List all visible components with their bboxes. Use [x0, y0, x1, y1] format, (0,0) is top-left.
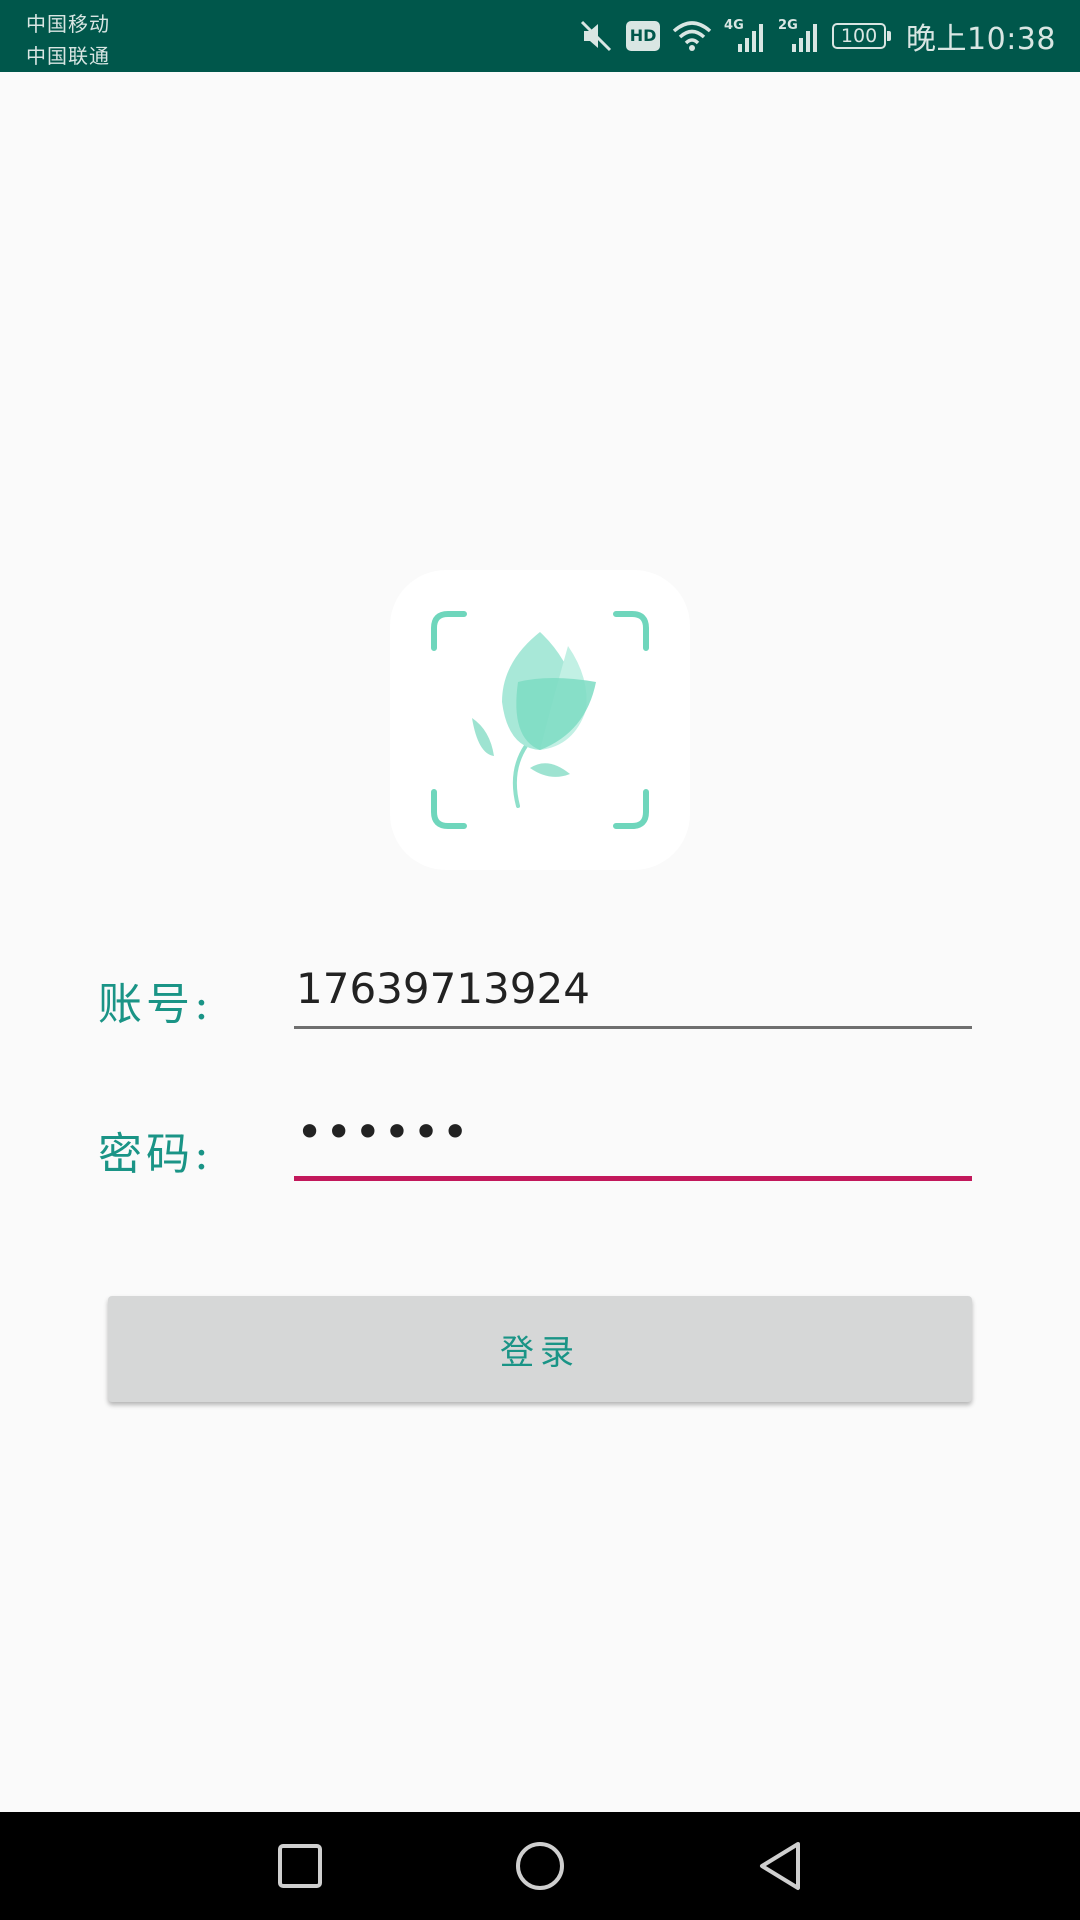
flower-scan-icon — [431, 611, 649, 829]
password-label: 密码: — [98, 1129, 213, 1180]
password-input[interactable] — [294, 1098, 972, 1176]
app-logo — [390, 570, 690, 870]
signal-4g-icon: 4G — [724, 18, 766, 54]
account-input[interactable] — [294, 950, 972, 1026]
navigation-bar — [0, 1812, 1080, 1920]
back-button[interactable] — [720, 1812, 840, 1920]
recent-apps-button[interactable] — [240, 1812, 360, 1920]
signal-2g-icon: 2G — [778, 18, 820, 54]
status-bar: 中国移动 中国联通 HD 4G 2G 100 晚上10:38 — [0, 0, 1080, 72]
carrier-info: 中国移动 中国联通 — [26, 8, 110, 72]
wifi-icon — [672, 19, 712, 53]
home-button[interactable] — [480, 1812, 600, 1920]
back-icon — [760, 1842, 800, 1890]
carrier-secondary: 中国联通 — [26, 44, 110, 68]
carrier-primary: 中国移动 — [26, 12, 110, 36]
account-label: 账号: — [98, 979, 213, 1030]
login-screen: 中国移动 中国联通 HD 4G 2G 100 晚上10:38 账号: 17639… — [0, 0, 1080, 1920]
clock: 晚上10:38 — [906, 22, 1056, 57]
battery-icon: 100 — [832, 23, 892, 49]
login-button[interactable]: 登录 — [108, 1296, 972, 1402]
account-field-underline — [294, 950, 972, 1029]
status-icons: HD 4G 2G 100 晚上10:38 — [578, 0, 1056, 72]
recent-apps-icon — [278, 1844, 322, 1888]
home-icon — [516, 1842, 564, 1890]
password-field-underline — [294, 1098, 972, 1181]
mute-icon — [578, 18, 614, 54]
hd-icon: HD — [626, 21, 661, 51]
